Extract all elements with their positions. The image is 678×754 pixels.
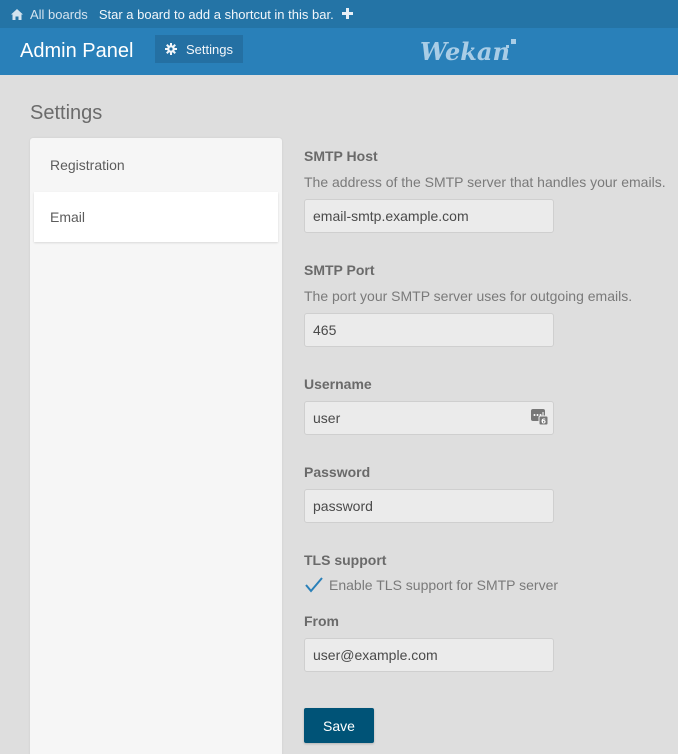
- top-bar: All boards Star a board to add a shortcu…: [0, 0, 678, 28]
- sidebar-item-email[interactable]: Email: [34, 192, 278, 242]
- settings-button-label: Settings: [186, 41, 233, 57]
- plus-icon[interactable]: [341, 8, 354, 20]
- smtp-port-input[interactable]: [304, 313, 554, 347]
- tls-checkbox[interactable]: Enable TLS support for SMTP server: [304, 576, 558, 594]
- settings-button[interactable]: Settings: [155, 35, 243, 63]
- all-boards-link[interactable]: All boards: [11, 7, 88, 22]
- svg-text:6: 6: [541, 418, 546, 426]
- from-label: From: [304, 613, 339, 629]
- header: Admin Panel Settings Wekan: [0, 28, 678, 75]
- save-button[interactable]: Save: [304, 708, 374, 743]
- checkmark-icon: [305, 577, 323, 593]
- username-input[interactable]: [304, 401, 554, 435]
- shortcut-hint: Star a board to add a shortcut in this b…: [98, 6, 334, 22]
- password-label: Password: [304, 464, 371, 480]
- sidebar-item-label: Email: [50, 209, 86, 225]
- page-header-title: Admin Panel: [20, 40, 134, 62]
- sidebar-item-label: Registration: [50, 157, 125, 173]
- smtp-port-description: The port your SMTP server uses for outgo…: [304, 288, 633, 304]
- smtp-host-input[interactable]: [304, 199, 554, 233]
- tls-support-label: TLS support: [304, 552, 387, 568]
- smtp-host-description: The address of the SMTP server that hand…: [304, 174, 666, 190]
- all-boards-label: All boards: [30, 6, 88, 22]
- home-icon: [11, 8, 23, 20]
- gear-icon: [165, 43, 177, 55]
- sidebar-item-registration[interactable]: Registration: [34, 140, 278, 190]
- username-label: Username: [304, 376, 372, 392]
- smtp-port-label: SMTP Port: [304, 262, 375, 278]
- wekan-logo[interactable]: Wekan: [420, 36, 520, 66]
- smtp-host-label: SMTP Host: [304, 148, 378, 164]
- password-manager-icon[interactable]: 6: [531, 409, 548, 425]
- password-input[interactable]: [304, 489, 554, 523]
- logo-text: Wekan: [420, 37, 510, 66]
- from-input[interactable]: [304, 638, 554, 672]
- settings-sidebar: Registration Email: [30, 138, 282, 754]
- page-title: Settings: [30, 102, 103, 124]
- tls-checkbox-label: Enable TLS support for SMTP server: [329, 577, 559, 593]
